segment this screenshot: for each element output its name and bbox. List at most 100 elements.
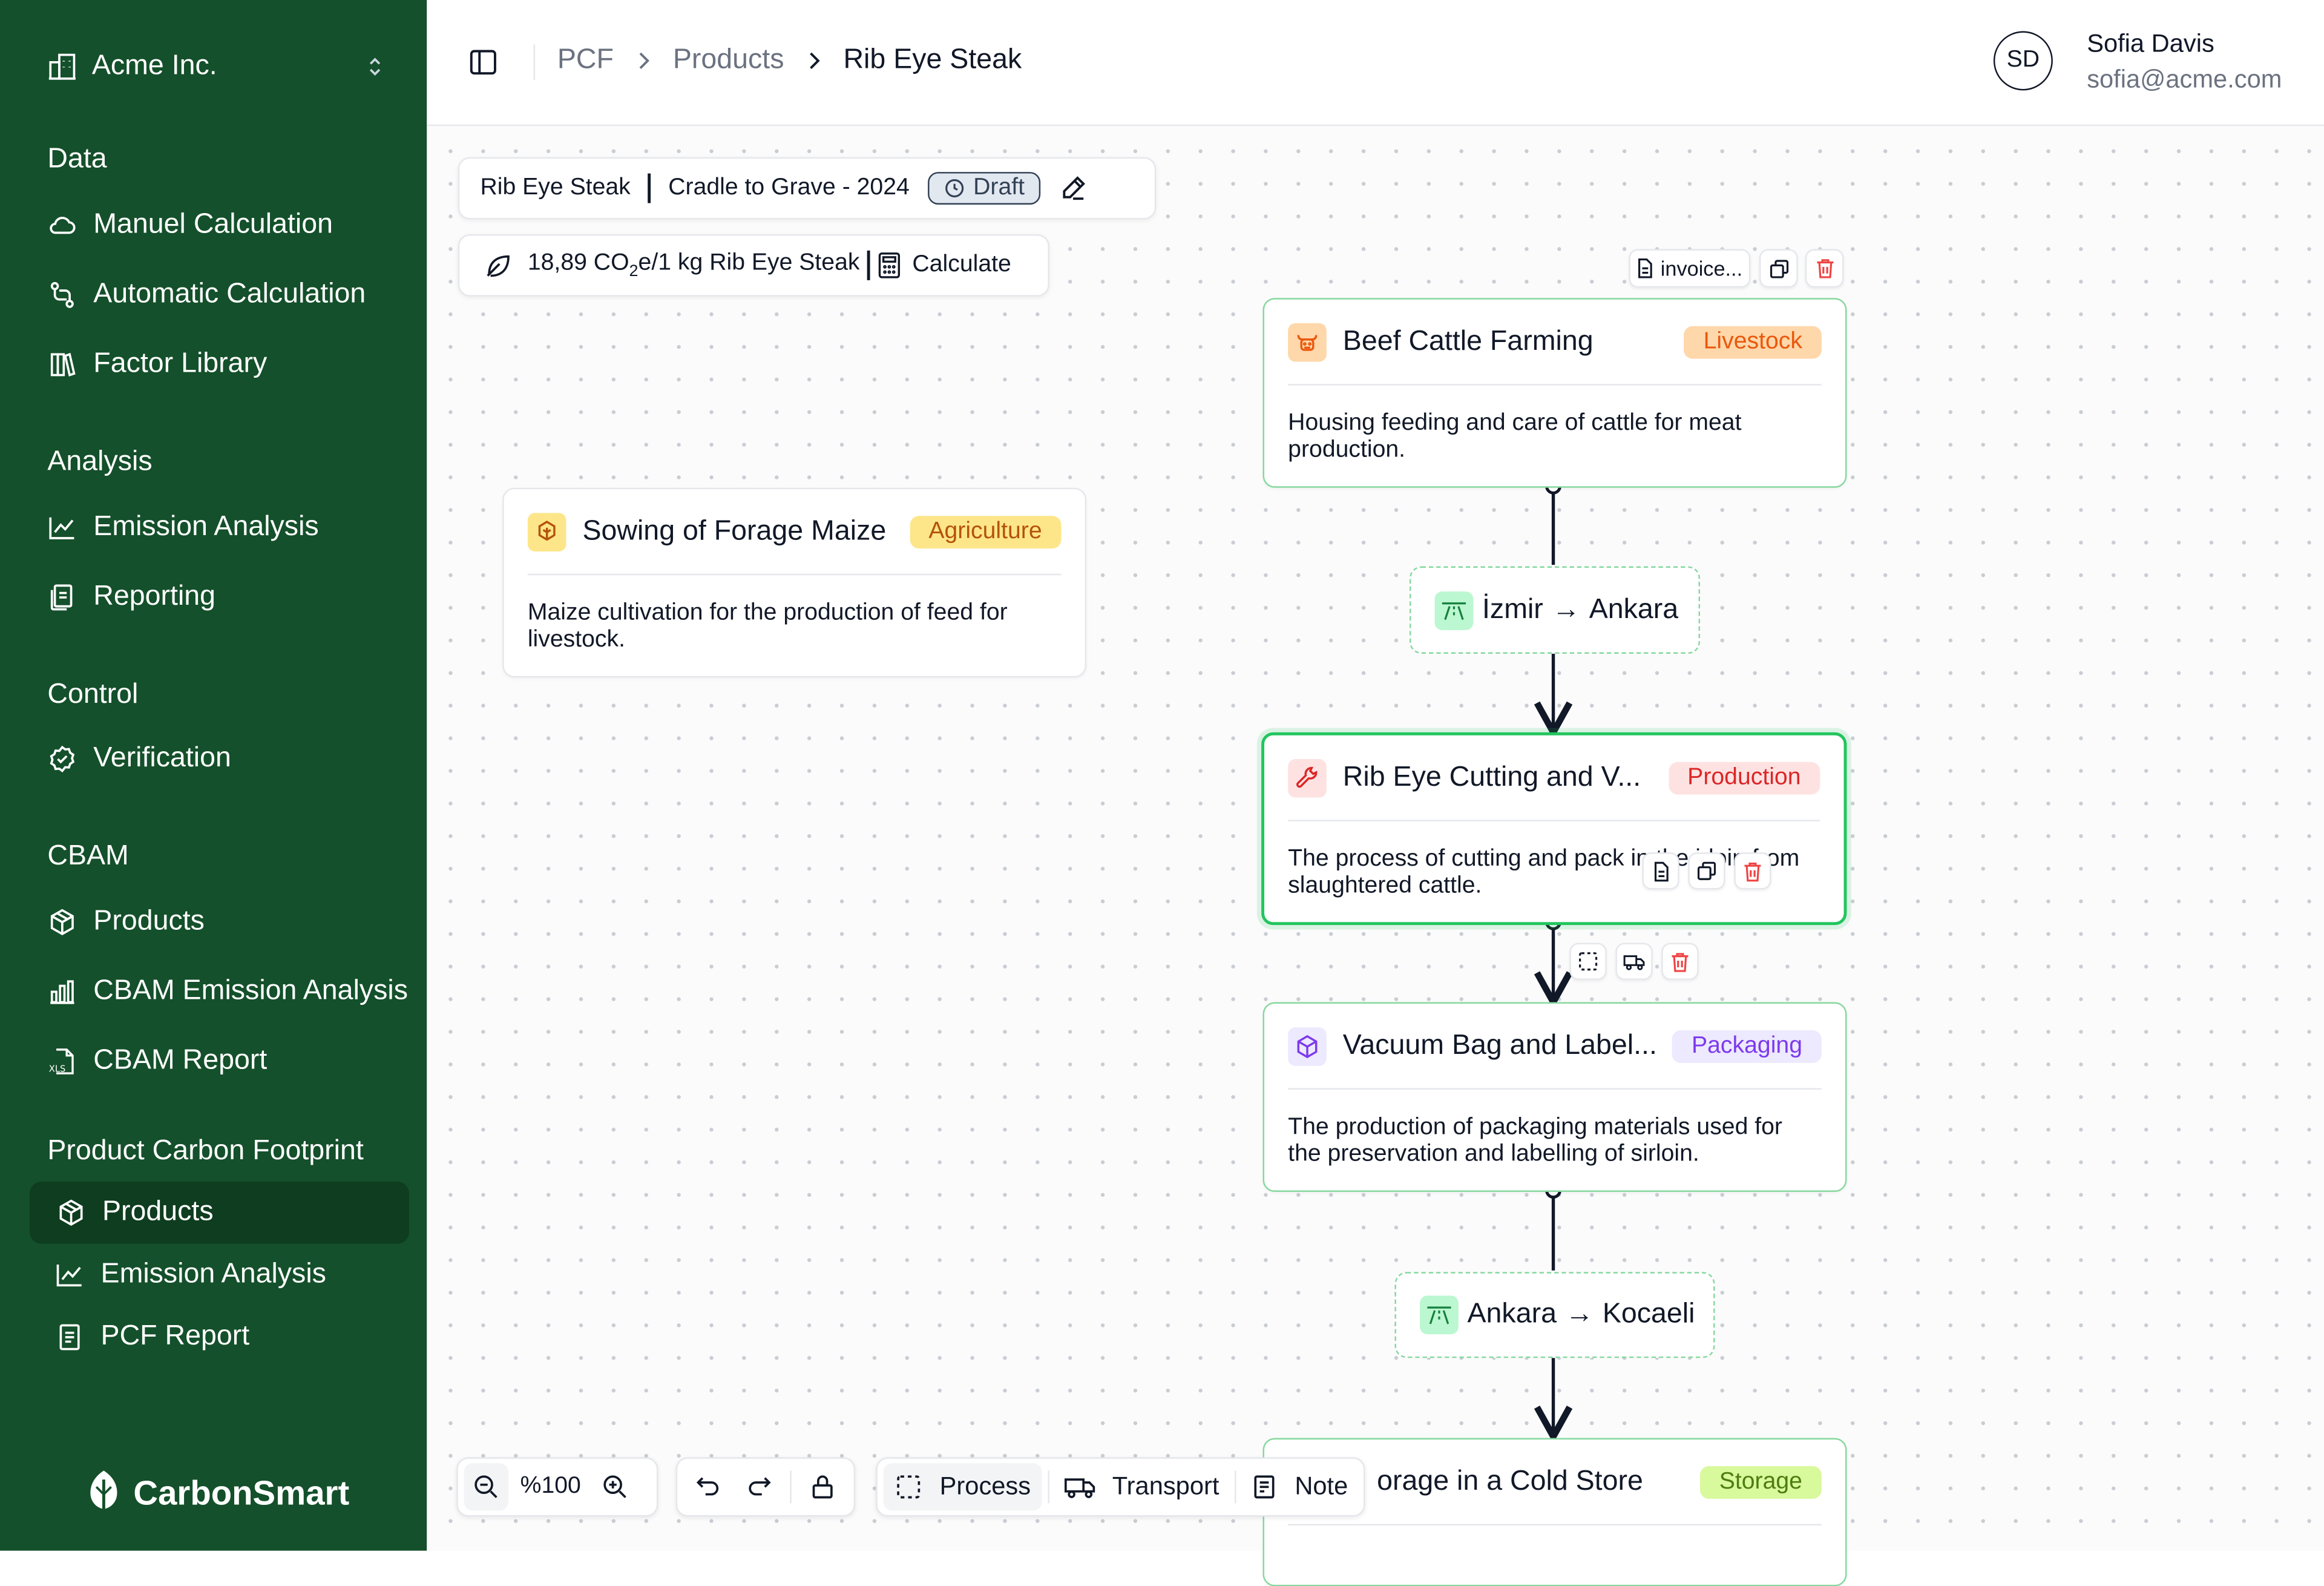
edit-pencil-icon[interactable] xyxy=(1059,174,1088,203)
building-icon xyxy=(48,53,76,80)
process-node-vacuum[interactable]: Vacuum Bag and Label... Packaging The pr… xyxy=(1262,1002,1847,1192)
divider xyxy=(867,250,870,280)
lock-button[interactable] xyxy=(798,1463,848,1510)
nav-factor-library[interactable]: Factor Library xyxy=(47,338,267,391)
add-process-button[interactable]: Process xyxy=(883,1463,1043,1511)
flow-canvas[interactable]: Rib Eye Steak Cradle to Grave - 2024 Dra… xyxy=(427,126,2324,1586)
note-label: Note xyxy=(1295,1472,1348,1501)
node-category-badge: Packaging xyxy=(1672,1030,1822,1063)
nav-automatic-calculation[interactable]: Automatic Calculation xyxy=(47,268,366,321)
status-badge: Draft xyxy=(927,172,1041,205)
undo-button[interactable] xyxy=(683,1463,734,1510)
nav-label: CBAM Emission Analysis xyxy=(93,975,409,1007)
duplicate-node-button[interactable] xyxy=(1688,852,1725,890)
library-icon xyxy=(47,350,77,380)
leaf-logo-icon xyxy=(90,1470,117,1517)
nav-label: Factor Library xyxy=(93,348,268,380)
svg-text:XLS: XLS xyxy=(49,1064,66,1074)
brand-name: CarbonSmart xyxy=(133,1473,350,1512)
process-node-cutting[interactable]: Rib Eye Cutting and V... Production The … xyxy=(1261,732,1847,926)
zoom-out-button[interactable] xyxy=(464,1463,509,1511)
draft-badge-icon xyxy=(945,179,963,198)
nav-pcf-products[interactable]: Products xyxy=(29,1181,409,1244)
trash-icon xyxy=(1744,861,1761,881)
emission-sub: 2 xyxy=(629,262,638,281)
redo-button[interactable] xyxy=(734,1463,784,1510)
calculate-button[interactable]: Calculate xyxy=(877,252,1011,278)
breadcrumb-products[interactable]: Products xyxy=(673,44,784,77)
zoom-in-button[interactable] xyxy=(592,1463,637,1510)
emission-result: 18,89 CO2e/1 kg Rib Eye Steak xyxy=(528,251,860,280)
leaf-icon xyxy=(487,255,510,277)
org-switcher[interactable]: Acme Inc. xyxy=(47,44,385,88)
trash-icon xyxy=(1816,259,1833,278)
history-toolbar xyxy=(675,1457,856,1517)
sidebar-toggle-icon[interactable] xyxy=(468,47,498,77)
truck-icon xyxy=(1065,1478,1096,1498)
edge-select-button[interactable] xyxy=(1569,943,1607,980)
redo-icon xyxy=(749,1477,771,1496)
nav-pcf-emission-analysis[interactable]: Emission Analysis xyxy=(55,1248,326,1301)
nav-cbam-emission-analysis[interactable]: CBAM Emission Analysis xyxy=(47,965,408,1018)
copy-icon xyxy=(1769,259,1788,278)
add-note-button[interactable]: Note xyxy=(1241,1463,1357,1510)
transport-node-izmir-ankara[interactable]: İzmir → Ankara xyxy=(1409,566,1701,654)
add-transport-button[interactable]: Transport xyxy=(1056,1463,1228,1510)
node-description: Maize cultivation for the production of … xyxy=(527,600,1008,653)
node-category-badge: Production xyxy=(1668,762,1820,795)
delete-node-button[interactable] xyxy=(1805,249,1844,288)
cow-icon xyxy=(1288,323,1327,362)
invoice-attachment-button[interactable]: invoice... xyxy=(1629,249,1751,288)
node-category-badge: Agriculture xyxy=(909,516,1062,549)
process-node-cattle[interactable]: Beef Cattle Farming Livestock Housing fe… xyxy=(1262,298,1847,488)
transport-from: İzmir xyxy=(1482,593,1543,625)
nav-emission-analysis[interactable]: Emission Analysis xyxy=(47,501,319,554)
calculate-label: Calculate xyxy=(912,252,1011,277)
workflow-icon xyxy=(47,280,77,310)
sidebar: Acme Inc. Data Manuel Calculation Automa… xyxy=(0,0,427,1551)
node-divider xyxy=(527,573,1062,576)
section-title-pcf: Product Carbon Footprint xyxy=(47,1135,364,1167)
node-category-badge: Storage xyxy=(1699,1466,1822,1499)
zoom-in-icon xyxy=(603,1475,626,1498)
nav-label: PCF Report xyxy=(100,1321,250,1352)
breadcrumb-current: Rib Eye Steak xyxy=(843,44,1022,76)
nav-cbam-report[interactable]: XLS CBAM Report xyxy=(47,1035,268,1088)
dashed-square-icon xyxy=(897,1475,921,1499)
nav-label: Manuel Calculation xyxy=(93,209,333,240)
nav-reporting[interactable]: Reporting xyxy=(47,571,215,624)
divider xyxy=(648,173,651,203)
node-description: Housing feeding and care of cattle for m… xyxy=(1288,410,1742,463)
breadcrumb-pcf[interactable]: PCF xyxy=(557,44,614,77)
chevron-right-icon xyxy=(634,50,652,71)
node-title: Rib Eye Cutting and V... xyxy=(1342,762,1641,794)
node-title: Beef Cattle Farming xyxy=(1342,326,1594,358)
nav-label: CBAM Report xyxy=(93,1045,268,1076)
road-icon xyxy=(1434,590,1474,630)
node-category-badge: Livestock xyxy=(1684,326,1822,359)
nav-pcf-report[interactable]: PCF Report xyxy=(55,1311,250,1364)
node-title: orage in a Cold Store xyxy=(1377,1466,1643,1498)
node-file-button[interactable] xyxy=(1642,852,1679,890)
avatar[interactable]: SD xyxy=(1993,31,2053,91)
transport-from: Ankara xyxy=(1467,1298,1557,1330)
nav-verification[interactable]: Verification xyxy=(47,732,231,786)
chevron-right-icon xyxy=(805,50,822,71)
note-icon xyxy=(1253,1475,1274,1499)
edge-add-transport-button[interactable] xyxy=(1615,943,1653,980)
transport-node-ankara-kocaeli[interactable]: Ankara → Kocaeli xyxy=(1394,1272,1715,1358)
package-icon xyxy=(56,1198,86,1228)
delete-node-button[interactable] xyxy=(1734,852,1771,890)
road-icon xyxy=(1420,1295,1459,1335)
top-header: PCF Products Rib Eye Steak SD Sofia Davi… xyxy=(427,0,2324,127)
nav-label: Products xyxy=(102,1196,214,1228)
nav-cbam-products[interactable]: Products xyxy=(47,895,205,949)
process-node-maize[interactable]: Sowing of Forage Maize Agriculture Maize… xyxy=(502,487,1087,678)
duplicate-node-button[interactable] xyxy=(1759,249,1798,288)
node-title: Vacuum Bag and Label... xyxy=(1342,1030,1657,1062)
edge-delete-button[interactable] xyxy=(1661,943,1699,980)
badge-check-icon xyxy=(47,744,77,774)
nav-manuel-calculation[interactable]: Manuel Calculation xyxy=(47,199,333,252)
toolbar-divider xyxy=(1048,1470,1050,1504)
wrench-icon xyxy=(1288,758,1327,798)
